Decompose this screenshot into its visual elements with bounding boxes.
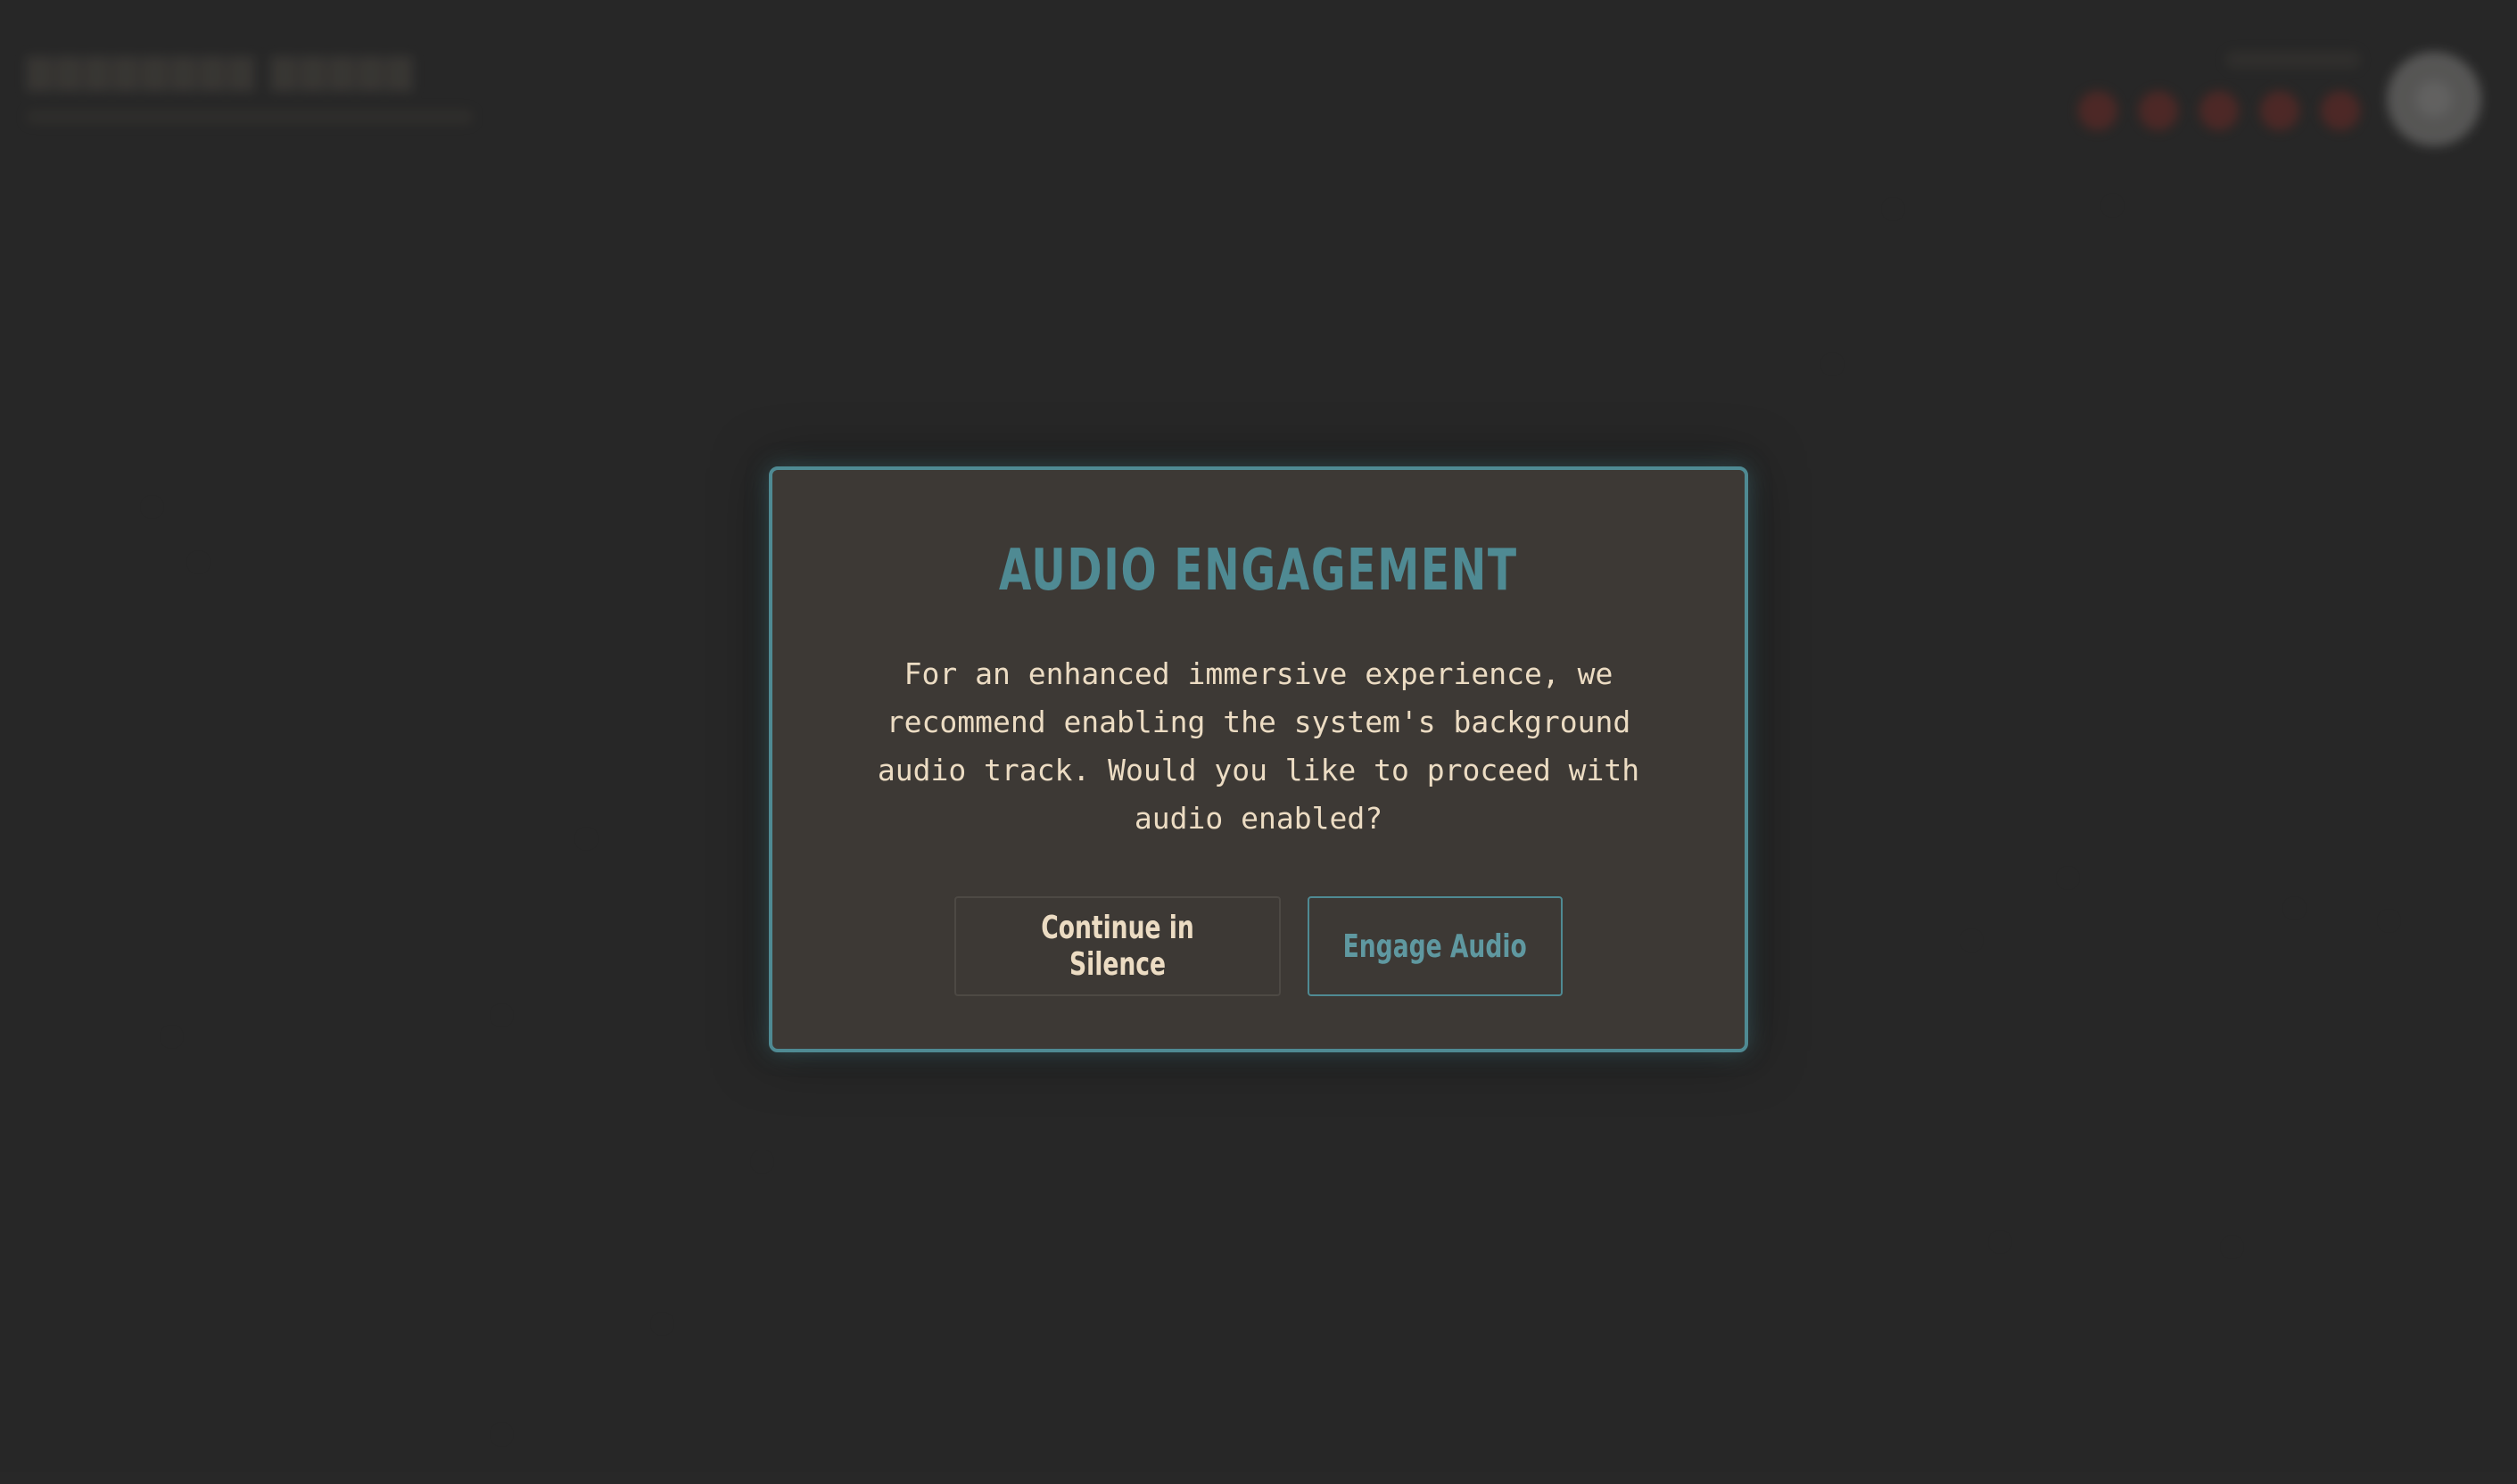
continue-in-silence-label: Continue in Silence [1041,910,1194,983]
engage-audio-label: Engage Audio [1342,928,1528,965]
audio-engagement-dialog: AUDIO ENGAGEMENT For an enhanced immersi… [769,466,1748,1052]
dialog-title: AUDIO ENGAGEMENT [999,538,1518,604]
continue-in-silence-button[interactable]: Continue in Silence [954,896,1281,996]
engage-audio-button[interactable]: Engage Audio [1308,896,1563,996]
dialog-actions: Continue in Silence Engage Audio [954,896,1563,996]
dialog-message: For an enhanced immersive experience, we… [877,656,1640,836]
